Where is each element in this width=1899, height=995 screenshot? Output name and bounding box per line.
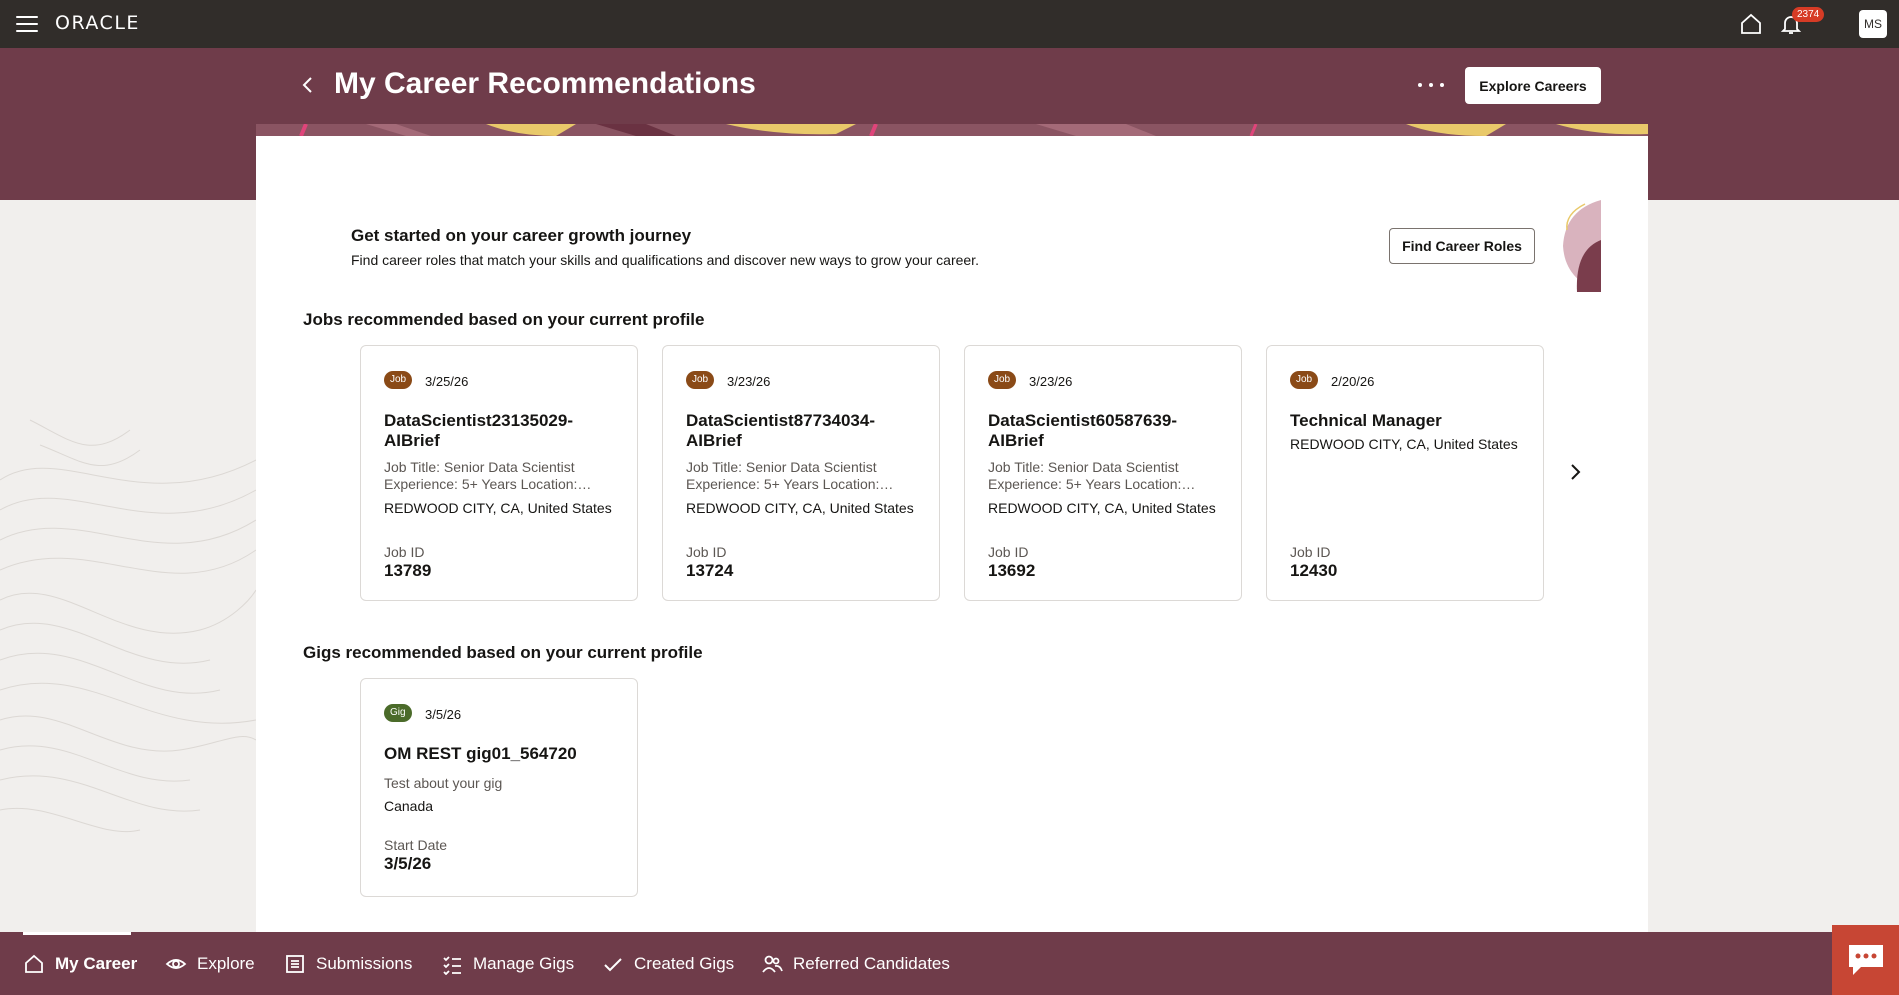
- job-tag: Job: [384, 371, 413, 389]
- menu-icon[interactable]: [16, 16, 38, 32]
- job-id-value: 13724: [686, 561, 734, 580]
- home-icon: [25, 954, 43, 973]
- page-title: My Career Recommendations: [334, 67, 756, 100]
- intro-title: Get started on your career growth journe…: [351, 226, 692, 245]
- nav-manage-gigs[interactable]: Manage Gigs: [441, 932, 574, 995]
- user-avatar[interactable]: MS: [1859, 10, 1887, 38]
- gig-name[interactable]: OM REST gig01_564720: [384, 744, 619, 764]
- job-card[interactable]: Job 2/20/26 Technical Manager REDWOOD CI…: [1266, 345, 1544, 601]
- job-id-label: Job ID: [384, 544, 425, 560]
- gig-card[interactable]: Gig 3/5/26 OM REST gig01_564720 Test abo…: [360, 678, 638, 897]
- job-tag: Job: [1290, 371, 1319, 389]
- posted-date: 3/23/26: [1029, 374, 1073, 389]
- start-date-label: Start Date: [384, 837, 448, 853]
- main-content-card: Get started on your career growth journe…: [256, 136, 1648, 932]
- nav-label: My Career: [55, 953, 138, 973]
- job-location: REDWOOD CITY, CA, United States: [384, 500, 612, 516]
- job-tag: Job: [988, 371, 1017, 389]
- posted-date: 3/23/26: [727, 374, 771, 389]
- nav-label: Referred Candidates: [793, 953, 950, 973]
- job-id-label: Job ID: [988, 544, 1029, 560]
- decorative-pattern: [256, 124, 1648, 136]
- back-arrow-icon[interactable]: [298, 74, 318, 96]
- posted-date: 3/5/26: [425, 707, 462, 722]
- nav-label: Manage Gigs: [473, 953, 575, 973]
- job-name[interactable]: DataScientist87734034-AIBrief: [686, 411, 921, 451]
- job-id-value: 12430: [1290, 561, 1338, 580]
- nav-label: Explore: [197, 953, 255, 973]
- oracle-logo[interactable]: ORACLE: [55, 12, 140, 34]
- intro-text: Find career roles that match your skills…: [351, 252, 979, 268]
- job-name[interactable]: DataScientist60587639-AIBrief: [988, 411, 1223, 451]
- home-icon[interactable]: [1739, 12, 1763, 36]
- job-tag: Job: [686, 371, 715, 389]
- checklist-icon: [443, 955, 461, 975]
- nav-submissions[interactable]: Submissions: [284, 932, 412, 995]
- job-description: Job Title: Senior Data Scientist Experie…: [384, 459, 592, 492]
- job-id-value: 13692: [988, 561, 1036, 580]
- chat-bubble-icon: [1848, 945, 1883, 975]
- nav-label: Created Gigs: [634, 953, 735, 973]
- decorative-corner-illustration: [1563, 200, 1601, 292]
- job-location: REDWOOD CITY, CA, United States: [686, 500, 914, 516]
- notification-count-badge: 2374: [1792, 7, 1825, 22]
- explore-careers-button[interactable]: Explore Careers: [1465, 67, 1601, 104]
- bottom-navigation: My Career Explore Submissions Manage Gig…: [0, 932, 1899, 995]
- more-options-icon[interactable]: [1418, 74, 1444, 96]
- job-description: Job Title: Senior Data Scientist Experie…: [988, 459, 1196, 492]
- top-bar: ORACLE 2374 MS: [0, 0, 1899, 48]
- job-id-label: Job ID: [1290, 544, 1331, 560]
- job-description: Job Title: Senior Data Scientist Experie…: [686, 459, 894, 492]
- list-icon: [286, 954, 304, 973]
- start-date-value: 3/5/26: [384, 854, 432, 873]
- chat-button[interactable]: [1832, 925, 1899, 995]
- job-location: REDWOOD CITY, CA, United States: [1290, 436, 1518, 452]
- eye-icon: [165, 958, 187, 969]
- check-icon: [604, 957, 622, 971]
- nav-created-gigs[interactable]: Created Gigs: [602, 932, 734, 995]
- job-id-value: 13789: [384, 561, 432, 580]
- job-card[interactable]: Job 3/23/26 DataScientist87734034-AIBrie…: [662, 345, 940, 601]
- gigs-section-title: Gigs recommended based on your current p…: [303, 643, 703, 662]
- find-career-roles-button[interactable]: Find Career Roles: [1389, 228, 1535, 264]
- gig-location: Canada: [384, 798, 434, 814]
- people-icon: [762, 955, 783, 973]
- topographic-background: [0, 419, 256, 832]
- nav-explore[interactable]: Explore: [165, 932, 255, 995]
- nav-label: Submissions: [316, 953, 413, 973]
- next-carousel-arrow-icon[interactable]: [1565, 461, 1585, 483]
- job-name[interactable]: Technical Manager: [1290, 411, 1525, 431]
- posted-date: 2/20/26: [1331, 374, 1375, 389]
- job-name[interactable]: DataScientist23135029-AIBrief: [384, 411, 619, 451]
- job-card[interactable]: Job 3/25/26 DataScientist23135029-AIBrie…: [360, 345, 638, 601]
- posted-date: 3/25/26: [425, 374, 469, 389]
- job-card[interactable]: Job 3/23/26 DataScientist60587639-AIBrie…: [964, 345, 1242, 601]
- nav-my-career[interactable]: My Career: [23, 932, 137, 995]
- job-id-label: Job ID: [686, 544, 727, 560]
- nav-referred-candidates[interactable]: Referred Candidates: [761, 932, 950, 995]
- jobs-section-title: Jobs recommended based on your current p…: [303, 310, 705, 329]
- job-location: REDWOOD CITY, CA, United States: [988, 500, 1216, 516]
- gig-tag: Gig: [384, 704, 412, 722]
